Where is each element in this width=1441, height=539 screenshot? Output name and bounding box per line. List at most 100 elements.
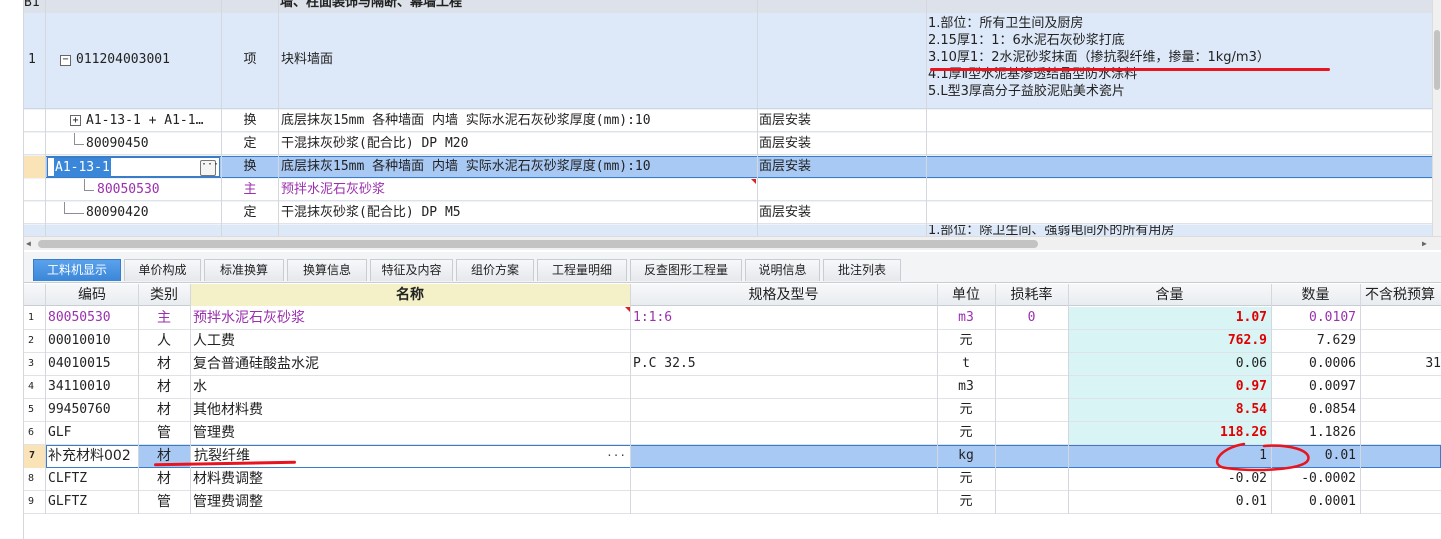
sub-row[interactable]: 80050530 主 预拌水泥石灰砂浆 [24, 179, 1441, 201]
scroll-thumb[interactable] [38, 240, 1038, 248]
table-row[interactable]: 3 04010015 材 复合普通硅酸盐水泥 P.C 32.5 t 0.06 0… [24, 353, 1441, 376]
scroll-right-icon[interactable]: ▶ [1422, 239, 1432, 249]
sub-row[interactable]: 80090420 定 干混抹灰砂浆(配合比) DP M5 面层安装 [24, 202, 1441, 224]
table-row[interactable]: 2 00010010 人 人工费 元 762.9 7.629 [24, 330, 1441, 353]
row-index: 7 [29, 450, 36, 461]
header-code[interactable]: 编码 [46, 284, 138, 306]
material-quantity: 0.0854 [1309, 402, 1356, 417]
expand-icon[interactable]: + [70, 115, 81, 126]
feature-line: 5.L型3厚高分子益胶泥贴美术瓷片 [928, 84, 1125, 99]
header-category[interactable]: 类别 [138, 284, 190, 306]
material-code: 04010015 [48, 356, 111, 371]
section-name: 墙、柱面装饰与隔断、幕墙工程 [280, 0, 463, 10]
sub-name: 底层抹灰15mm 各种墙面 内墙 实际水泥石灰砂浆厚度(mm):10 [281, 113, 651, 128]
material-unit: 元 [959, 333, 973, 348]
tab-description[interactable]: 说明信息 [745, 259, 820, 281]
table-row[interactable]: 9 GLFTZ 管 管理费调整 元 0.01 0.0001 [24, 491, 1441, 514]
table-row[interactable]: 5 99450760 材 其他材料费 元 8.54 0.0854 [24, 399, 1441, 422]
material-name: 其他材料费 [193, 402, 263, 418]
row-index: 1 [28, 312, 35, 323]
material-content[interactable]: 762.9 [1068, 330, 1271, 352]
row-indicator [24, 156, 46, 178]
header-name[interactable]: 名称 [190, 284, 630, 306]
header-quantity[interactable]: 数量 [1271, 284, 1360, 306]
note-marker [751, 179, 756, 184]
collapse-icon[interactable]: − [60, 55, 71, 66]
upper-grid: B1 墙、柱面装饰与隔断、幕墙工程 1 − 011204003001 项 块料墙… [24, 0, 1441, 236]
header-budget-price[interactable]: 不含税预算 [1365, 284, 1441, 306]
sub-row[interactable]: 80090450 定 干混抹灰砂浆(配合比) DP M20 面层安装 [24, 133, 1441, 155]
tab-reverse-lookup[interactable]: 反查图形工程量 [630, 259, 742, 281]
tab-conversion-info[interactable]: 换算信息 [287, 259, 367, 281]
sub-type: 换 [243, 113, 257, 128]
material-name: 管理费调整 [193, 494, 263, 510]
material-unit: t [962, 356, 970, 371]
material-code: GLF [48, 425, 72, 440]
row-index: 2 [28, 335, 35, 346]
lower-grid: 编码 类别 名称 规格及型号 单位 损耗率 含量 数量 不含税预算 1 8005… [24, 284, 1441, 514]
sub-name: 预拌水泥石灰砂浆 [281, 182, 386, 197]
partial-row[interactable]: 1.部位：除卫生间、强弱电间外的所有用房 [24, 225, 1441, 236]
tab-unit-price[interactable]: 单价构成 [124, 259, 201, 281]
tab-notes[interactable]: 批注列表 [823, 259, 901, 281]
row-index: 6 [28, 427, 35, 438]
material-category: 材 [157, 356, 171, 372]
material-content[interactable]: 1.07 [1068, 307, 1271, 329]
tab-quantity-detail[interactable]: 工程量明细 [537, 259, 627, 281]
material-name: 材料费调整 [193, 471, 263, 487]
header-unit[interactable]: 单位 [937, 284, 995, 306]
upper-scrollbar[interactable]: ◀ ▶ [24, 236, 1441, 250]
material-quantity: 7.629 [1316, 333, 1356, 348]
header-spec[interactable]: 规格及型号 [630, 284, 937, 306]
material-content[interactable]: 0.06 [1068, 353, 1271, 375]
sub-row[interactable]: + A1-13-1 + A1-1… 换 底层抹灰15mm 各种墙面 内墙 实际水… [24, 110, 1441, 132]
ellipsis-button[interactable]: ··· [606, 446, 626, 465]
tree-line [84, 190, 94, 191]
table-row[interactable]: 1 80050530 主 预拌水泥石灰砂浆 1:1:6 m3 0 1.07 0.… [24, 307, 1441, 330]
tab-features[interactable]: 特征及内容 [370, 259, 453, 281]
header-content[interactable]: 含量 [1068, 284, 1271, 306]
material-unit: kg [958, 448, 974, 463]
row-index: 9 [28, 496, 35, 507]
header-loss-rate[interactable]: 损耗率 [995, 284, 1068, 306]
editing-code[interactable]: A1-13-1 [54, 158, 111, 177]
tab-standard-conversion[interactable]: 标准换算 [204, 259, 284, 281]
section-num: B1 [24, 0, 40, 10]
item-name: 块料墙面 [281, 52, 334, 67]
table-row[interactable]: 4 34110010 材 水 m3 0.97 0.0097 [24, 376, 1441, 399]
material-code: 34110010 [48, 379, 111, 394]
vertical-scrollbar[interactable] [1432, 0, 1441, 236]
row-index: 8 [28, 473, 35, 484]
material-name: 人工费 [193, 333, 235, 349]
sub-name: 干混抹灰砂浆(配合比) DP M20 [281, 136, 469, 151]
ellipsis-button[interactable]: ··· [200, 160, 219, 176]
material-name: 水 [193, 379, 207, 395]
material-category: 人 [157, 333, 171, 349]
name-editor[interactable]: 抗裂纤维 ··· [190, 445, 631, 468]
sub-row-selected[interactable]: A1-13-1 ··· 换 底层抹灰15mm 各种墙面 内墙 实际水泥石灰砂浆厚… [24, 156, 1441, 178]
item-code: 011204003001 [76, 52, 170, 67]
material-category: 材 [157, 379, 171, 395]
sub-name: 干混抹灰砂浆(配合比) DP M5 [281, 205, 461, 220]
tree-line [84, 179, 85, 190]
vertical-scroll-thumb[interactable] [1434, 30, 1440, 90]
material-category: 管 [157, 494, 171, 510]
row-number: 1 [28, 52, 36, 67]
material-content[interactable]: 0.97 [1068, 376, 1271, 398]
tab-pricing-scheme[interactable]: 组价方案 [456, 259, 534, 281]
material-name: 管理费 [193, 425, 235, 441]
material-content[interactable]: 0.01 [1068, 491, 1271, 513]
material-quantity: 0.0097 [1309, 379, 1356, 394]
material-content[interactable]: 8.54 [1068, 399, 1271, 421]
material-unit: m3 [958, 310, 974, 325]
sub-name: 底层抹灰15mm 各种墙面 内墙 实际水泥石灰砂浆厚度(mm):10 [281, 159, 651, 174]
item-row[interactable]: 1 − 011204003001 项 块料墙面 1.部位：所有卫生间及厨房 2.… [24, 13, 1441, 109]
material-name: 复合普通硅酸盐水泥 [193, 356, 319, 372]
sub-type: 定 [243, 205, 257, 220]
material-unit: 元 [959, 494, 973, 509]
section-row[interactable]: B1 墙、柱面装饰与隔断、幕墙工程 [24, 0, 1441, 13]
tab-labor-machine[interactable]: 工料机显示 [33, 259, 121, 281]
annotation-circle [1215, 442, 1310, 472]
code-editor[interactable]: A1-13-1 ··· [47, 157, 220, 177]
scroll-left-icon[interactable]: ◀ [26, 239, 36, 249]
